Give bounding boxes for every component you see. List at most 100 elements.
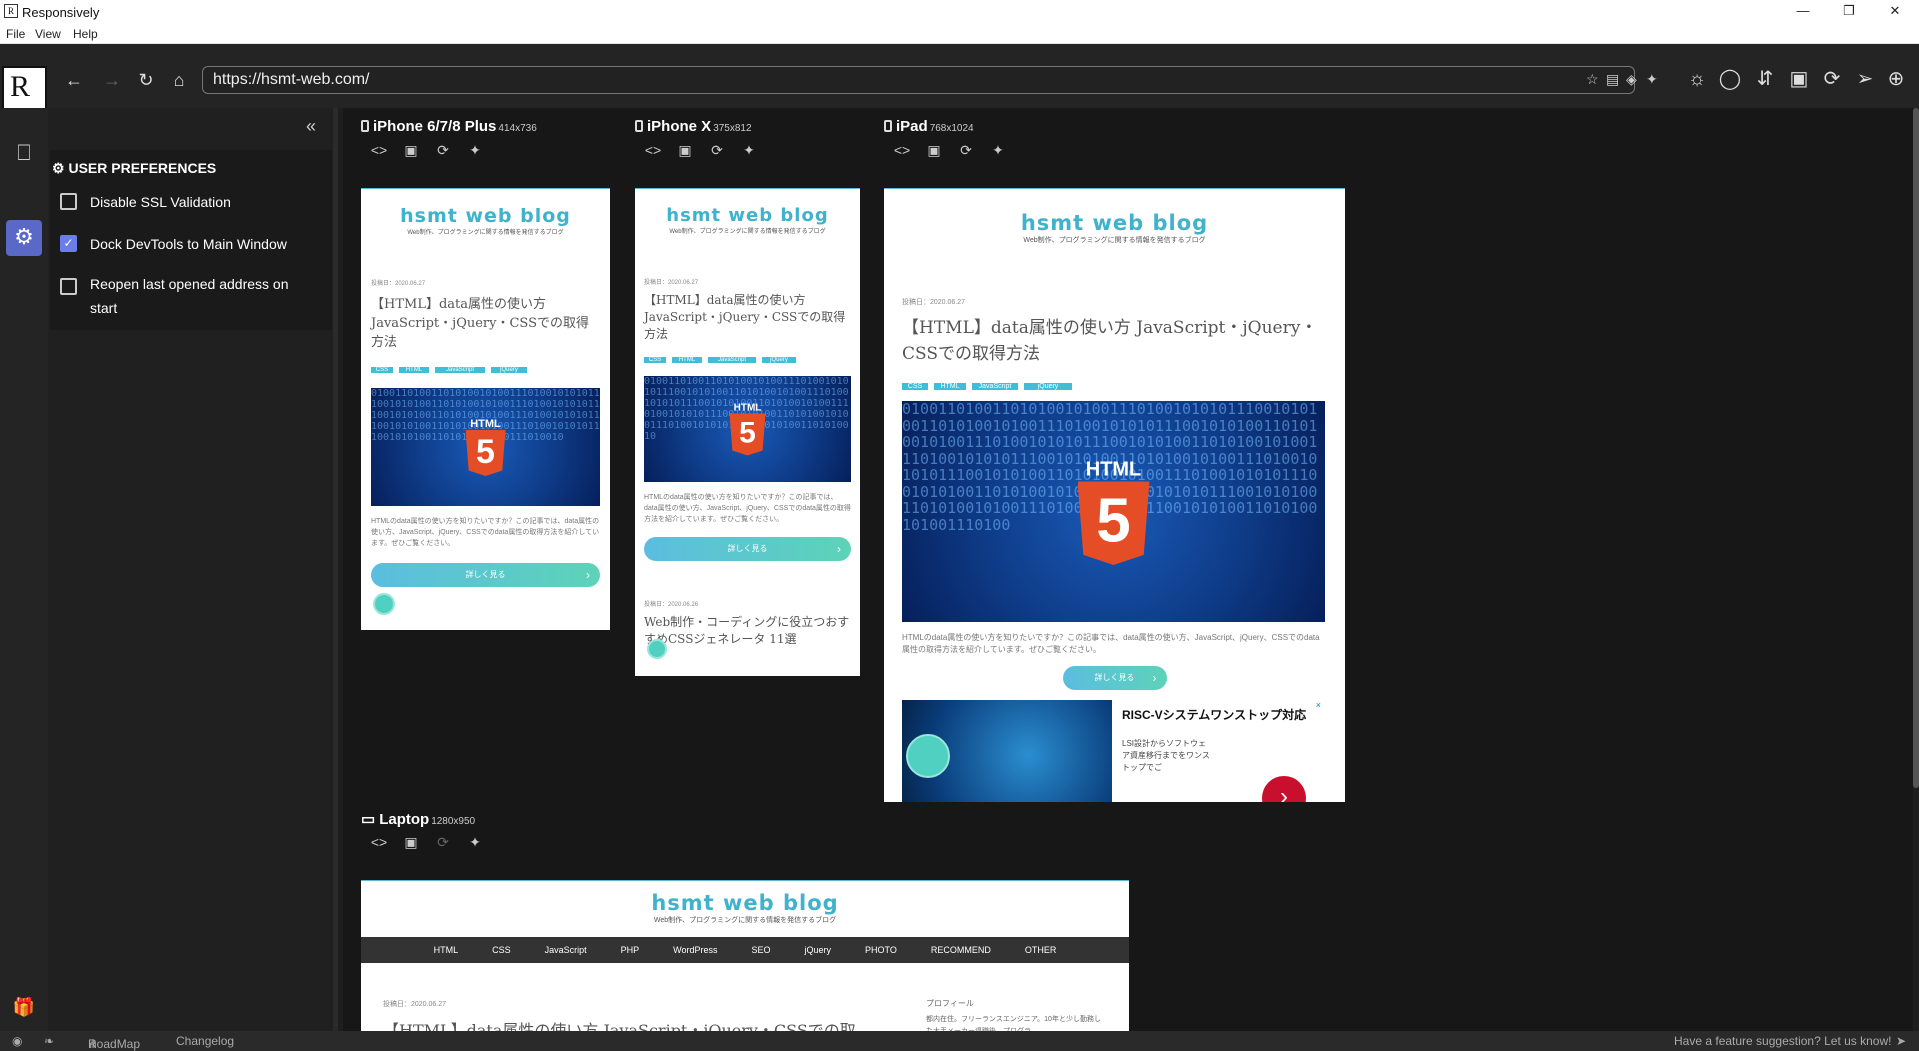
post-title[interactable]: 【HTML】data属性の使い方 JavaScript・jQuery・CSSでの… bbox=[644, 292, 851, 343]
tag-javascript[interactable]: JavaScript bbox=[435, 367, 485, 373]
tag-css[interactable]: CSS bbox=[371, 367, 393, 373]
nav-recommend[interactable]: RECOMMEND bbox=[931, 945, 991, 955]
rotate-icon[interactable]: ⟳ bbox=[707, 142, 727, 159]
device-screen[interactable]: hsmt web blog Web制作、プログラミングに関する情報を発信するブロ… bbox=[361, 880, 1129, 1031]
nav-other[interactable]: OTHER bbox=[1025, 945, 1057, 955]
screenshot-icon[interactable]: ▣ bbox=[924, 142, 944, 159]
mouse-icon[interactable]: ◯ bbox=[1716, 66, 1744, 94]
ad-banner[interactable]: RISC-Vシステムワンストップ対応 LSI設計からソフトウェア資産移行までをワ… bbox=[902, 700, 1325, 802]
disconnect-icon[interactable]: ✦ bbox=[465, 834, 485, 851]
post-title[interactable]: 【HTML】data属性の使い方 JavaScript・jQuery・CSSでの… bbox=[383, 1017, 856, 1031]
gift-icon[interactable]: 🎁 bbox=[6, 990, 42, 1026]
read-more-button[interactable]: 詳しく見る bbox=[1062, 666, 1167, 690]
ad-close-icon[interactable]: × bbox=[1316, 700, 1321, 710]
disconnect-icon[interactable]: ✦ bbox=[988, 142, 1008, 159]
disconnect-icon[interactable]: ✦ bbox=[739, 142, 759, 159]
nav-seo[interactable]: SEO bbox=[752, 945, 771, 955]
devtools-icon[interactable]: <> bbox=[892, 142, 912, 158]
devtools-icon[interactable]: <> bbox=[369, 142, 389, 158]
screenshot-icon[interactable]: ▣ bbox=[1785, 66, 1813, 94]
address-input[interactable] bbox=[213, 70, 1513, 90]
menu-help[interactable]: Help bbox=[73, 27, 98, 41]
checkbox-checked[interactable]: ✓ bbox=[60, 235, 77, 252]
changelog-link[interactable]: Changelog bbox=[176, 1034, 234, 1048]
nav-photo[interactable]: PHOTO bbox=[865, 945, 897, 955]
blog-title[interactable]: hsmt web blog bbox=[884, 211, 1345, 235]
devices-icon[interactable]: ⎕ bbox=[6, 136, 42, 172]
menu-view[interactable]: View bbox=[35, 27, 61, 41]
menu-fab-icon[interactable] bbox=[906, 734, 950, 778]
menu-file[interactable]: File bbox=[6, 27, 25, 41]
hero-image[interactable]: 0100110100110101001010011101001010101110… bbox=[371, 388, 600, 506]
blog-title[interactable]: hsmt web blog bbox=[361, 205, 610, 227]
collapse-icon[interactable]: « bbox=[306, 116, 316, 137]
pref-label: Reopen last opened address on start bbox=[90, 276, 289, 316]
tag-html[interactable]: HTML bbox=[672, 357, 702, 363]
nav-jquery[interactable]: jQuery bbox=[805, 945, 832, 955]
delete-cookies-icon[interactable]: ◈ bbox=[1626, 71, 1637, 88]
nav-css[interactable]: CSS bbox=[492, 945, 511, 955]
tag-css[interactable]: CSS bbox=[902, 383, 928, 390]
minimize-icon[interactable]: — bbox=[1780, 0, 1826, 24]
device-screen[interactable]: hsmt web blog Web制作、プログラミングに関する情報を発信するブロ… bbox=[884, 188, 1345, 802]
vertical-scrollbar[interactable] bbox=[1913, 108, 1919, 788]
nav-javascript[interactable]: JavaScript bbox=[545, 945, 587, 955]
forward-icon[interactable]: → bbox=[100, 69, 124, 93]
maximize-icon[interactable]: ❐ bbox=[1826, 0, 1872, 24]
feature-suggestion-link[interactable]: Have a feature suggestion? Let us know! bbox=[1674, 1034, 1891, 1048]
reload-icon[interactable]: ↻ bbox=[134, 69, 158, 93]
sun-icon[interactable]: ☼ bbox=[1683, 66, 1711, 94]
nav-php[interactable]: PHP bbox=[621, 945, 640, 955]
zoom-icon[interactable]: ⊕ bbox=[1882, 66, 1910, 94]
nav-wordpress[interactable]: WordPress bbox=[673, 945, 717, 955]
tag-jquery[interactable]: jQuery bbox=[491, 367, 527, 373]
twitter-icon[interactable]: ❧ bbox=[44, 1034, 54, 1048]
home-icon[interactable]: ⌂ bbox=[167, 69, 191, 93]
tag-css[interactable]: CSS bbox=[644, 357, 666, 363]
post-date: 投稿日：2020.06.27 bbox=[902, 299, 966, 306]
post-title[interactable]: 【HTML】data属性の使い方 JavaScript・jQuery・CSSでの… bbox=[902, 315, 1327, 367]
tag-html[interactable]: HTML bbox=[399, 367, 429, 373]
tag-html[interactable]: HTML bbox=[934, 383, 966, 390]
rotate-icon[interactable]: ⟳ bbox=[1818, 66, 1846, 94]
screenshot-icon[interactable]: ▣ bbox=[401, 834, 421, 851]
star-icon[interactable]: ☆ bbox=[1586, 71, 1599, 88]
tag-javascript[interactable]: JavaScript bbox=[972, 383, 1018, 390]
inspect-icon[interactable]: ➢ bbox=[1851, 66, 1879, 94]
screenshot-icon[interactable]: ▣ bbox=[401, 142, 421, 159]
menu-fab-icon[interactable] bbox=[373, 593, 395, 615]
close-icon[interactable]: ✕ bbox=[1872, 0, 1918, 24]
delete-storage-icon[interactable]: ▤ bbox=[1606, 71, 1619, 88]
device-screen[interactable]: hsmt web blog Web制作、プログラミングに関する情報を発信するブロ… bbox=[361, 188, 610, 630]
disconnect-icon[interactable]: ✦ bbox=[465, 142, 485, 159]
pin-icon[interactable]: ➤ bbox=[1896, 1034, 1906, 1048]
next-post-title[interactable]: Web制作・コーディングに役立つおすすめCSSジェネレータ 11選 bbox=[644, 614, 851, 648]
checkbox[interactable] bbox=[60, 193, 77, 210]
screenshot-icon[interactable]: ▣ bbox=[675, 142, 695, 159]
ad-arrow-icon[interactable]: › bbox=[1262, 776, 1306, 802]
back-icon[interactable]: ← bbox=[62, 69, 86, 93]
scroll-icon[interactable]: ⇵ bbox=[1751, 66, 1779, 94]
hero-image[interactable]: 0100110100110101001010011101001010101110… bbox=[644, 376, 851, 482]
device-screen[interactable]: hsmt web blog Web制作、プログラミングに関する情報を発信するブロ… bbox=[635, 188, 860, 676]
tag-javascript[interactable]: JavaScript bbox=[708, 357, 756, 363]
checkbox[interactable] bbox=[60, 278, 77, 295]
post-title[interactable]: 【HTML】data属性の使い方 JavaScript・jQuery・CSSでの… bbox=[371, 295, 600, 352]
devtools-icon[interactable]: <> bbox=[369, 834, 389, 850]
clear-icon[interactable]: ✦ bbox=[1646, 71, 1658, 88]
blog-title[interactable]: hsmt web blog bbox=[361, 891, 1129, 915]
tag-jquery[interactable]: jQuery bbox=[1024, 383, 1072, 390]
nav-html[interactable]: HTML bbox=[434, 945, 459, 955]
menu-fab-icon[interactable] bbox=[647, 639, 667, 659]
github-icon[interactable]: ◉ bbox=[12, 1034, 22, 1048]
read-more-button[interactable]: 詳しく見る bbox=[644, 537, 851, 561]
settings-icon[interactable]: ⚙ bbox=[6, 220, 42, 256]
tag-jquery[interactable]: jQuery bbox=[762, 357, 796, 363]
devtools-icon[interactable]: <> bbox=[643, 142, 663, 158]
rotate-icon[interactable]: ⟳ bbox=[433, 142, 453, 159]
rotate-icon[interactable]: ⟳ bbox=[956, 142, 976, 159]
blog-title[interactable]: hsmt web blog bbox=[635, 205, 860, 226]
hero-image[interactable]: 0100110100110101001010011101001010101110… bbox=[902, 401, 1325, 622]
rotate-icon[interactable]: ⟳ bbox=[433, 834, 453, 851]
read-more-button[interactable]: 詳しく見る bbox=[371, 563, 600, 587]
